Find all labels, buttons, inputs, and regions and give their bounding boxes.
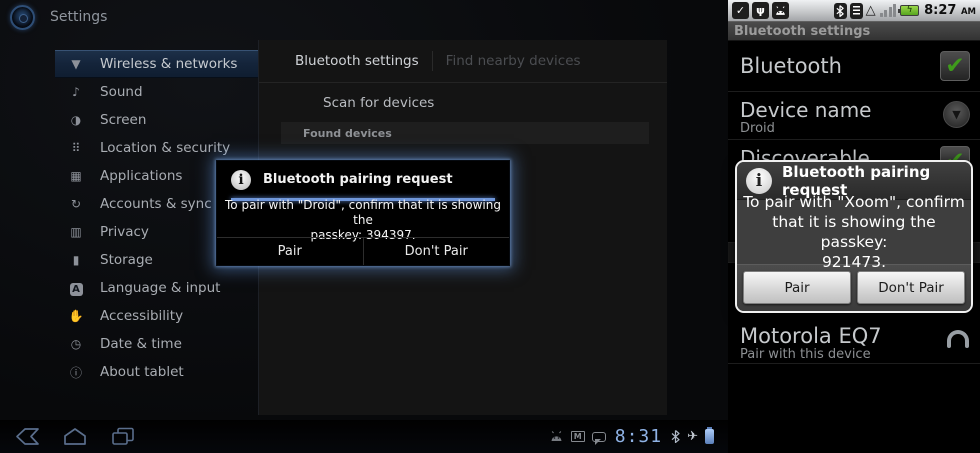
- sidebar-item-label: Accounts & sync: [100, 196, 212, 212]
- phone-screen: ✓ ψ △ ϟ 8:27 AM Bluetooth settings Bluet…: [728, 0, 980, 453]
- sidebar-item-date-time[interactable]: ◷ Date & time: [55, 330, 261, 358]
- app-title: Settings: [50, 9, 107, 25]
- device-row-subtitle: Pair with this device: [740, 347, 871, 362]
- tablet-app-header: Settings: [10, 3, 107, 31]
- info-icon: i: [231, 170, 251, 190]
- sidebar-item-label: Applications: [100, 168, 182, 184]
- clock-ampm: AM: [961, 7, 976, 17]
- bluetooth-checkbox[interactable]: ✔: [940, 51, 970, 81]
- sidebar-item-location-security[interactable]: ⠿ Location & security: [55, 134, 261, 162]
- sidebar-item-sound[interactable]: ♪ Sound: [55, 78, 261, 106]
- gmail-notification-icon: M: [571, 431, 585, 442]
- checkmark-icon: ✔: [945, 55, 964, 78]
- roaming-triangle-icon: △: [866, 4, 876, 17]
- settings-app-icon: [10, 5, 35, 30]
- phone-title-bar: Bluetooth settings: [728, 22, 980, 41]
- back-button[interactable]: [12, 426, 42, 447]
- dont-pair-button[interactable]: Don't Pair: [857, 271, 965, 304]
- phone-pairing-dialog: i Bluetooth pairing request To pair with…: [735, 160, 973, 313]
- privacy-icon: ▥: [67, 225, 85, 239]
- navigation-buttons: [12, 426, 138, 447]
- screenshot-root: Settings ▼ Wireless & networks ♪ Sound ◑…: [0, 0, 980, 453]
- sidebar-item-label: Storage: [100, 252, 153, 268]
- sidebar-item-about-tablet[interactable]: ⓘ About tablet: [55, 358, 261, 386]
- sidebar-item-label: Language & input: [100, 280, 220, 296]
- sidebar-item-label: Accessibility: [100, 308, 183, 324]
- accessibility-icon: ✋: [67, 309, 85, 323]
- bluetooth-row-label: Bluetooth: [740, 54, 842, 78]
- dialog-message: To pair with "Xoom", confirm that it is …: [737, 200, 971, 264]
- android-status-icon: [549, 431, 564, 442]
- android-debug-icon: [772, 2, 789, 19]
- sidebar-item-language-input[interactable]: A Language & input: [55, 274, 261, 302]
- dialog-button-row: Pair Don't Pair: [217, 237, 509, 265]
- sidebar-item-accessibility[interactable]: ✋ Accessibility: [55, 302, 261, 330]
- sidebar-item-wireless-networks[interactable]: ▼ Wireless & networks: [55, 50, 261, 78]
- download-done-icon: ✓: [732, 2, 749, 19]
- airplane-mode-icon: ✈: [687, 429, 698, 444]
- location-icon: ⠿: [67, 141, 85, 155]
- dialog-title-bar: i Bluetooth pairing request: [217, 161, 509, 198]
- dont-pair-button[interactable]: Don't Pair: [364, 238, 510, 265]
- dialog-message-line: To pair with "Droid", confirm that it is…: [217, 198, 509, 228]
- sidebar-item-screen[interactable]: ◑ Screen: [55, 106, 261, 134]
- info-icon: ⓘ: [67, 364, 85, 381]
- pair-button[interactable]: Pair: [743, 271, 851, 304]
- device-name-expander[interactable]: ▼: [943, 101, 970, 128]
- dialog-message-line: that it is showing the passkey:: [737, 212, 971, 252]
- sidebar-item-label: Location & security: [100, 140, 230, 156]
- sidebar-item-label: About tablet: [100, 364, 184, 380]
- device-name-value: Droid: [740, 121, 775, 136]
- tab-find-nearby-devices[interactable]: Find nearby devices: [446, 53, 581, 69]
- sidebar-item-label: Privacy: [100, 224, 149, 240]
- tablet-system-bar: M 8:31 ✈: [0, 420, 728, 453]
- battery-charging-icon: ϟ: [900, 5, 919, 16]
- bluetooth-on-icon: [834, 3, 847, 19]
- sync-icon: ↻: [67, 197, 85, 211]
- pair-button[interactable]: Pair: [217, 238, 363, 265]
- bluetooth-status-icon: [671, 430, 680, 443]
- sidebar-item-label: Wireless & networks: [100, 56, 237, 72]
- device-row-name: Motorola EQ7: [740, 324, 882, 348]
- wireless-icon: ▼: [67, 57, 85, 71]
- found-devices-header: Found devices: [281, 122, 649, 144]
- info-icon: i: [746, 168, 772, 194]
- device-name-row[interactable]: Device name Droid ▼: [728, 92, 980, 140]
- sound-icon: ♪: [67, 85, 85, 99]
- status-tray[interactable]: M 8:31 ✈: [549, 420, 714, 453]
- language-icon: A: [67, 281, 85, 296]
- tab-bluetooth-settings[interactable]: Bluetooth settings: [295, 53, 419, 69]
- recent-apps-button[interactable]: [108, 426, 138, 447]
- dialog-message-line: To pair with "Xoom", confirm: [743, 192, 965, 212]
- usb-connected-icon: ψ: [752, 2, 769, 19]
- clock-icon: ◷: [67, 337, 85, 351]
- tablet-clock: 8:31: [615, 426, 662, 447]
- dialog-message: To pair with "Droid", confirm that it is…: [217, 201, 509, 239]
- phone-status-bar: ✓ ψ △ ϟ 8:27 AM: [728, 0, 980, 22]
- dialog-message-line: 921473.: [822, 252, 886, 272]
- applications-icon: ▦: [67, 169, 85, 183]
- home-button[interactable]: [60, 426, 90, 447]
- storage-icon: ▮: [67, 253, 85, 267]
- hotspot-icon: [850, 3, 863, 19]
- talk-notification-icon: [592, 432, 606, 442]
- tablet-pairing-dialog: i Bluetooth pairing request To pair with…: [216, 160, 510, 266]
- screen-icon: ◑: [67, 113, 85, 127]
- scan-for-devices-button[interactable]: Scan for devices: [323, 95, 434, 111]
- bluetooth-toggle-row[interactable]: Bluetooth ✔: [728, 41, 980, 92]
- battery-status-icon: [705, 429, 714, 444]
- sidebar-item-label: Screen: [100, 112, 146, 128]
- dialog-title: Bluetooth pairing request: [263, 172, 453, 187]
- chevron-down-icon: ▼: [952, 108, 960, 121]
- tablet-screen: Settings ▼ Wireless & networks ♪ Sound ◑…: [0, 0, 728, 453]
- device-name-label: Device name: [740, 98, 871, 122]
- panel-tabs: Bluetooth settings Find nearby devices: [259, 40, 667, 83]
- headphones-icon: [947, 330, 969, 346]
- signal-strength-icon: [880, 4, 897, 17]
- sidebar-item-label: Sound: [100, 84, 143, 100]
- device-row-motorola-eq7[interactable]: Motorola EQ7 Pair with this device: [728, 320, 980, 364]
- phone-clock: 8:27 AM: [924, 3, 976, 18]
- tab-separator: [432, 51, 433, 71]
- sidebar-item-label: Date & time: [100, 336, 182, 352]
